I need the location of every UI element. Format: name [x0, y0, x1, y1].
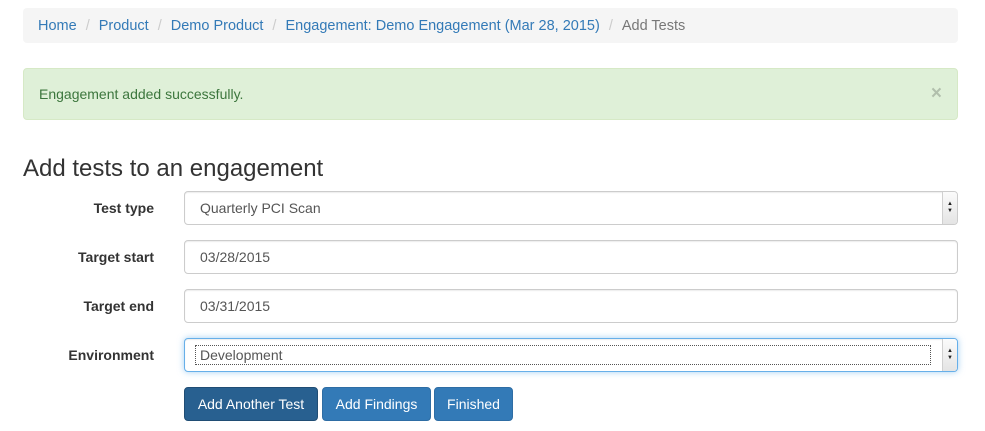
breadcrumb-engagement-link[interactable]: Engagement: Demo Engagement (Mar 28, 201…: [285, 18, 599, 34]
add-another-test-button[interactable]: Add Another Test: [184, 387, 318, 421]
breadcrumb-separator: /: [272, 17, 277, 34]
close-icon[interactable]: ×: [931, 84, 942, 103]
target-end-value: 03/31/2015: [200, 298, 271, 314]
arrow-down-icon: ▼: [947, 355, 953, 361]
breadcrumb-product-link[interactable]: Product: [99, 18, 149, 34]
environment-label: Environment: [68, 347, 154, 363]
success-alert: Engagement added successfully. ×: [23, 68, 958, 120]
breadcrumb-separator: /: [85, 17, 90, 34]
page-title: Add tests to an engagement: [23, 155, 324, 182]
target-start-input[interactable]: 03/28/2015: [184, 240, 958, 274]
breadcrumb-current: Add Tests: [621, 17, 686, 34]
alert-message: Engagement added successfully.: [39, 86, 244, 102]
environment-value: Development: [195, 345, 931, 365]
add-findings-button[interactable]: Add Findings: [322, 387, 431, 421]
target-start-value: 03/28/2015: [200, 249, 271, 265]
select-arrows-icon: ▲ ▼: [942, 339, 957, 371]
target-end-input[interactable]: 03/31/2015: [184, 289, 958, 323]
breadcrumb-separator: /: [608, 17, 613, 34]
environment-select[interactable]: Development ▲ ▼: [184, 338, 958, 372]
target-end-label: Target end: [83, 298, 154, 314]
arrow-up-icon: ▲: [947, 201, 953, 207]
target-start-label: Target start: [78, 249, 154, 265]
breadcrumb-home-link[interactable]: Home: [38, 18, 77, 34]
breadcrumb-demo-product-link[interactable]: Demo Product: [171, 18, 264, 34]
breadcrumb: Home / Product / Demo Product / Engageme…: [23, 8, 958, 43]
arrow-up-icon: ▲: [947, 348, 953, 354]
select-arrows-icon: ▲ ▼: [942, 192, 957, 224]
arrow-down-icon: ▼: [947, 208, 953, 214]
finished-button[interactable]: Finished: [434, 387, 513, 421]
test-type-value: Quarterly PCI Scan: [200, 200, 321, 216]
breadcrumb-separator: /: [157, 17, 162, 34]
test-type-select[interactable]: Quarterly PCI Scan ▲ ▼: [184, 191, 958, 225]
test-type-label: Test type: [93, 200, 154, 216]
